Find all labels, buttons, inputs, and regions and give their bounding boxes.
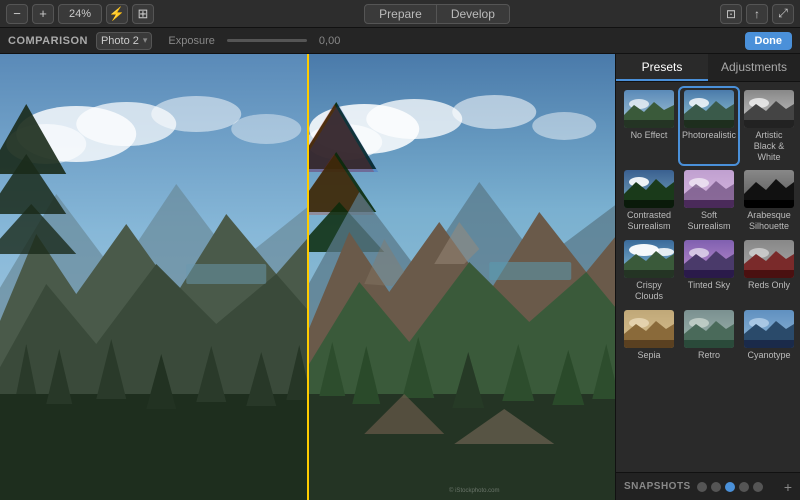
snapshot-dots (697, 482, 763, 492)
secondary-toolbar: COMPARISON Photo 2 ▾ Exposure 0,00 Done (0, 28, 800, 54)
preset-thumb-artistic-bw (744, 90, 794, 128)
preset-label-contrasted-surrealism: Contrasted Surrealism (624, 210, 674, 232)
presets-grid: No Effect Photorealistic Artistic Black … (616, 82, 800, 472)
snapshot-add-button[interactable]: + (784, 480, 792, 494)
preset-label-sepia: Sepia (637, 350, 660, 361)
snapshot-dot-5[interactable] (753, 482, 763, 492)
right-panel: Presets Adjustments No Effect Photoreali… (615, 54, 800, 500)
preset-label-tinted-sky: Tinted Sky (688, 280, 730, 291)
preset-crispy-clouds[interactable]: Crispy Clouds (622, 238, 676, 304)
svg-text:© iStockphoto.com: © iStockphoto.com (449, 487, 499, 494)
comparison-label: COMPARISON (8, 35, 88, 47)
preset-photorealistic[interactable]: Photorealistic (680, 88, 738, 164)
layout-button[interactable]: ⊞ (132, 4, 154, 24)
photo-selector[interactable]: Photo 2 ▾ (96, 32, 152, 50)
preset-artistic-bw[interactable]: Artistic Black & White (742, 88, 796, 164)
preset-thumb-photorealistic (684, 90, 734, 128)
preset-thumb-arabesque-silhouette (744, 170, 794, 208)
preset-cyanotype[interactable]: Cyanotype (742, 308, 796, 363)
comparison-divider (307, 54, 309, 500)
top-toolbar: − + 24% ⚡ ⊞ Prepare Develop ⊡ ↑ ⤢ (0, 0, 800, 28)
preset-label-no-effect: No Effect (631, 130, 668, 141)
preset-label-artistic-bw: Artistic Black & White (744, 130, 794, 162)
preset-label-reds-only: Reds Only (748, 280, 790, 291)
preset-thumb-contrasted-surrealism (624, 170, 674, 208)
preset-label-cyanotype: Cyanotype (748, 350, 791, 361)
photo-comparison: © iStockphoto.com (0, 54, 615, 500)
preset-thumb-no-effect (624, 90, 674, 128)
preset-sepia[interactable]: Sepia (622, 308, 676, 363)
zoom-out-button[interactable]: − (6, 4, 28, 24)
share-button[interactable]: ↑ (746, 4, 768, 24)
exposure-slider[interactable] (227, 39, 307, 42)
main-area: © iStockphoto.com Presets Adjustments No… (0, 54, 800, 500)
snapshots-footer: SNAPSHOTS + (616, 472, 800, 500)
photo-selector-label: Photo 2 (101, 35, 139, 47)
chevron-down-icon: ▾ (143, 35, 148, 46)
preset-thumb-tinted-sky (684, 240, 734, 278)
panel-tabs: Presets Adjustments (616, 54, 800, 82)
preset-thumb-reds-only (744, 240, 794, 278)
preset-thumb-soft-surrealism (684, 170, 734, 208)
photo-right: © iStockphoto.com (308, 54, 616, 500)
preset-thumb-crispy-clouds (624, 240, 674, 278)
zoom-level-button[interactable]: 24% (58, 4, 102, 24)
prepare-tab[interactable]: Prepare (364, 4, 437, 24)
photo-area: © iStockphoto.com (0, 54, 615, 500)
lightning-button[interactable]: ⚡ (106, 4, 128, 24)
photo-left (0, 54, 308, 500)
preset-contrasted-surrealism[interactable]: Contrasted Surrealism (622, 168, 676, 234)
done-button[interactable]: Done (745, 32, 793, 50)
preset-no-effect[interactable]: No Effect (622, 88, 676, 164)
exposure-value: 0,00 (319, 35, 340, 47)
snapshot-dot-2[interactable] (711, 482, 721, 492)
preset-thumb-retro (684, 310, 734, 348)
snapshot-dot-3[interactable] (725, 482, 735, 492)
preset-retro[interactable]: Retro (680, 308, 738, 363)
preset-label-arabesque-silhouette: Arabesque Silhouette (744, 210, 794, 232)
preset-tinted-sky[interactable]: Tinted Sky (680, 238, 738, 304)
preset-reds-only[interactable]: Reds Only (742, 238, 796, 304)
preset-thumb-cyanotype (744, 310, 794, 348)
preset-label-photorealistic: Photorealistic (682, 130, 736, 141)
preset-label-retro: Retro (698, 350, 720, 361)
tab-adjustments[interactable]: Adjustments (708, 54, 800, 81)
zoom-in-button[interactable]: + (32, 4, 54, 24)
fullscreen-button[interactable]: ⤢ (772, 4, 794, 24)
preset-arabesque-silhouette[interactable]: Arabesque Silhouette (742, 168, 796, 234)
preset-label-crispy-clouds: Crispy Clouds (624, 280, 674, 302)
preset-thumb-sepia (624, 310, 674, 348)
snapshot-dot-4[interactable] (739, 482, 749, 492)
window-button[interactable]: ⊡ (720, 4, 742, 24)
tab-presets[interactable]: Presets (616, 54, 708, 81)
preset-label-soft-surrealism: Soft Surrealism (682, 210, 736, 232)
develop-tab[interactable]: Develop (437, 4, 510, 24)
snapshots-label: SNAPSHOTS (624, 481, 691, 492)
exposure-label: Exposure (168, 35, 214, 47)
snapshot-dot-1[interactable] (697, 482, 707, 492)
preset-soft-surrealism[interactable]: Soft Surrealism (680, 168, 738, 234)
toolbar-right: ⊡ ↑ ⤢ (720, 4, 794, 24)
